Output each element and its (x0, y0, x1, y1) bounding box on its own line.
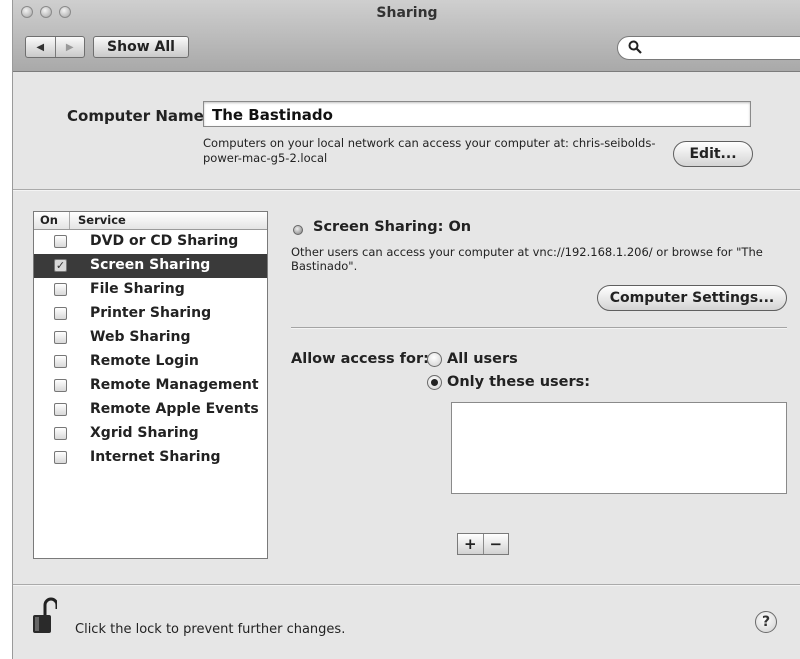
service-checkbox[interactable] (54, 427, 67, 440)
service-checkbox[interactable] (54, 235, 67, 248)
window-title: Sharing (376, 5, 438, 21)
service-label: Internet Sharing (90, 449, 221, 465)
search-field[interactable] (617, 36, 800, 60)
computer-name-label: Computer Name: (67, 107, 210, 125)
status-indicator-icon (293, 225, 303, 235)
service-row[interactable]: Remote Apple Events (34, 398, 267, 422)
service-checkbox[interactable] (54, 379, 67, 392)
service-row[interactable]: Internet Sharing (34, 446, 267, 470)
service-label: Remote Management (90, 377, 259, 393)
only-these-users-label[interactable]: Only these users: (447, 374, 590, 390)
lock-message: Click the lock to prevent further change… (75, 622, 346, 637)
divider (13, 584, 800, 586)
services-rows: DVD or CD Sharing ✓ Screen Sharing File Sha… (34, 230, 267, 470)
add-user-button[interactable]: + (458, 534, 483, 554)
service-checkbox[interactable] (54, 355, 67, 368)
all-users-radio[interactable] (427, 352, 442, 367)
service-checkbox[interactable]: ✓ (54, 259, 67, 272)
service-row[interactable]: Printer Sharing (34, 302, 267, 326)
service-row[interactable]: File Sharing (34, 278, 267, 302)
service-row[interactable]: DVD or CD Sharing (34, 230, 267, 254)
remove-user-button[interactable]: − (482, 534, 509, 554)
add-remove-control: + − (457, 533, 509, 555)
services-list: On Service DVD or CD Sharing ✓ Screen Shar… (33, 211, 268, 559)
service-label: Remote Login (90, 353, 199, 369)
show-all-button[interactable]: Show All (93, 36, 189, 58)
computer-name-input[interactable]: The Bastinado (203, 101, 751, 127)
divider (13, 189, 800, 191)
all-users-label[interactable]: All users (447, 351, 518, 367)
divider (291, 327, 787, 329)
service-label: DVD or CD Sharing (90, 233, 239, 249)
services-list-header: On Service (34, 212, 267, 230)
service-checkbox[interactable] (54, 451, 67, 464)
title-bar: Sharing ◀ ▶ Show All (13, 0, 800, 72)
service-checkbox[interactable] (54, 283, 67, 296)
service-column-header[interactable]: Service (70, 212, 126, 229)
back-arrow-icon[interactable]: ◀ (26, 37, 55, 57)
service-row[interactable]: Web Sharing (34, 326, 267, 350)
service-label: File Sharing (90, 281, 185, 297)
lock-icon[interactable] (31, 596, 59, 636)
service-row[interactable]: Remote Login (34, 350, 267, 374)
service-label: Printer Sharing (90, 305, 212, 321)
forward-arrow-icon[interactable]: ▶ (54, 37, 85, 57)
service-label: Remote Apple Events (90, 401, 259, 417)
service-checkbox[interactable] (54, 307, 67, 320)
allow-access-label: Allow access for: (291, 351, 429, 367)
only-these-users-radio[interactable] (427, 375, 442, 390)
service-status-title: Screen Sharing: On (313, 219, 472, 235)
service-row[interactable]: ✓ Screen Sharing (34, 254, 267, 278)
service-checkbox[interactable] (54, 331, 67, 344)
service-checkbox[interactable] (54, 403, 67, 416)
computer-name-help-text: Computers on your local network can acce… (203, 136, 656, 165)
computer-settings-button[interactable]: Computer Settings... (597, 285, 787, 311)
back-forward-control: ◀ ▶ (25, 36, 85, 58)
allowed-users-list[interactable] (451, 402, 787, 494)
on-column-header[interactable]: On (34, 212, 70, 229)
service-row[interactable]: Remote Management (34, 374, 267, 398)
service-label: Xgrid Sharing (90, 425, 199, 441)
edit-button[interactable]: Edit... (673, 141, 753, 167)
sharing-window: Sharing ◀ ▶ Show All Computer Name: The … (12, 0, 800, 659)
service-status-description: Other users can access your computer at … (291, 245, 763, 273)
service-row[interactable]: Xgrid Sharing (34, 422, 267, 446)
help-button[interactable]: ? (755, 611, 777, 633)
service-label: Screen Sharing (90, 257, 211, 273)
service-label: Web Sharing (90, 329, 191, 345)
search-icon (628, 40, 642, 58)
